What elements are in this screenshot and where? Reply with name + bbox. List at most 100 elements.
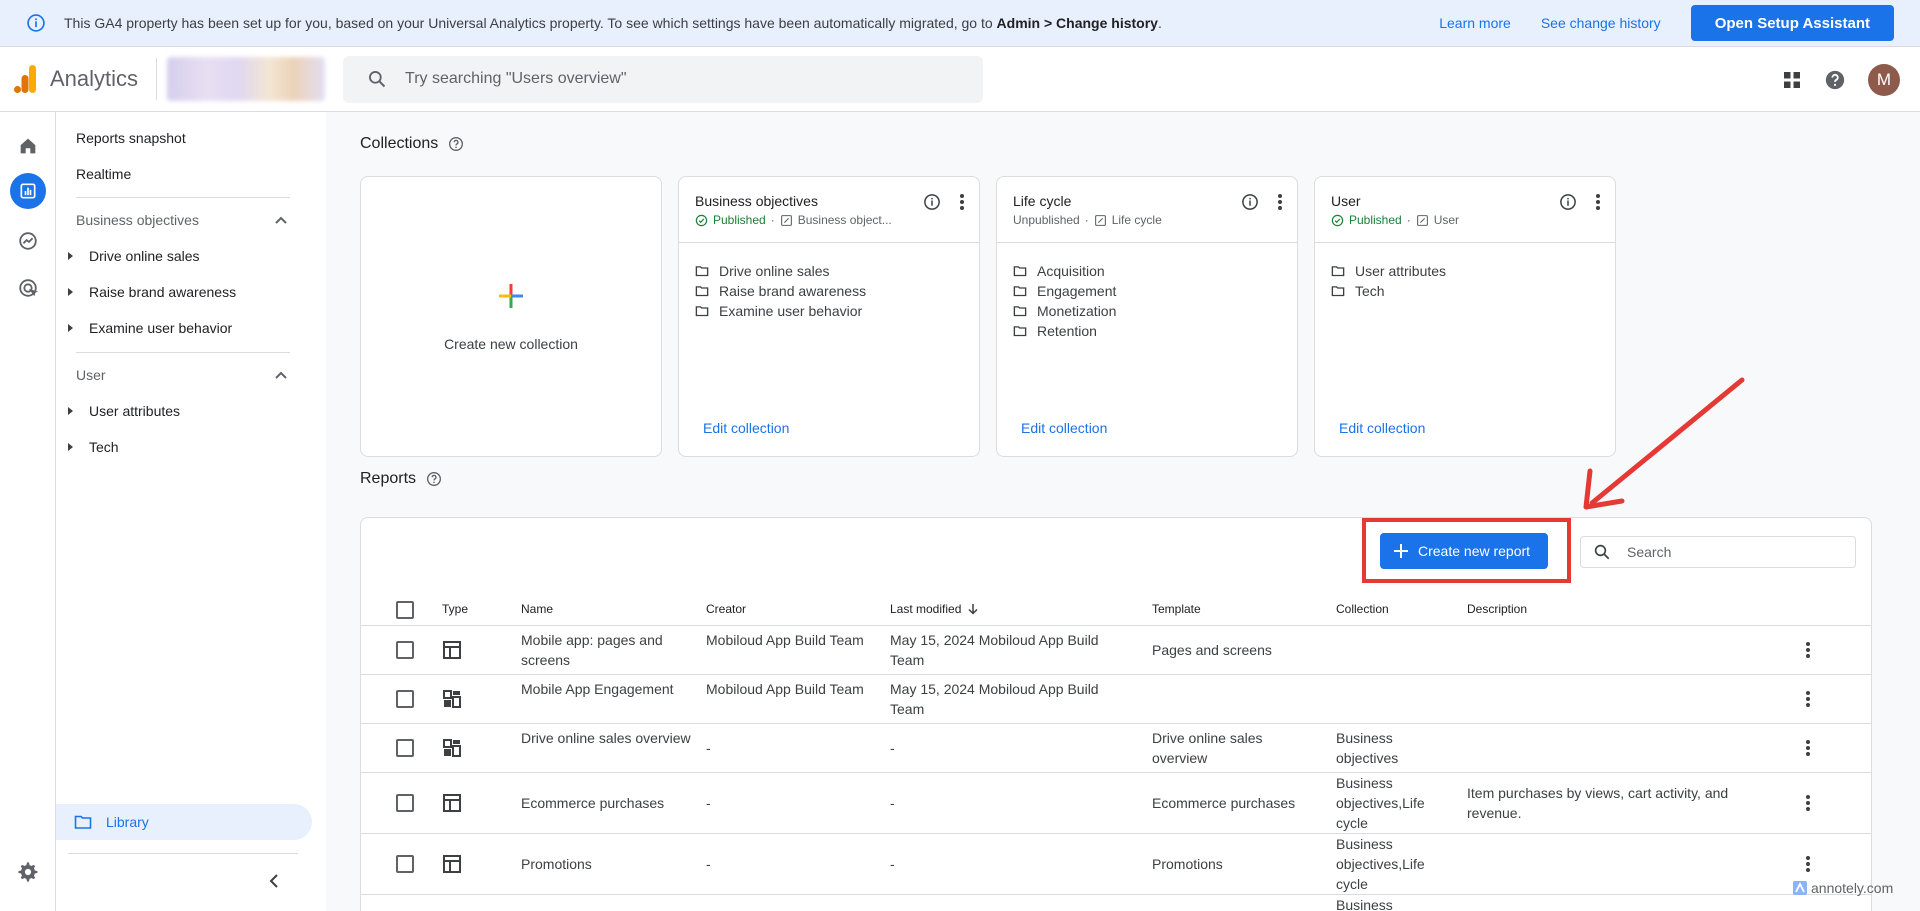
report-creator: Mobiloud App Build Team xyxy=(706,632,864,648)
more-vert-icon[interactable] xyxy=(1805,641,1811,659)
report-name[interactable]: Mobile App Engagement xyxy=(521,679,691,699)
table-row[interactable]: Drive online sales overview - - Drive on… xyxy=(361,724,1871,773)
report-description: Item purchases by views, cart activity, … xyxy=(1467,785,1729,821)
column-header-last-modified[interactable]: Last modified xyxy=(890,602,979,616)
check-circle-icon xyxy=(695,214,708,227)
collection-item[interactable]: Engagement xyxy=(1013,281,1281,301)
collection-item[interactable]: Examine user behavior xyxy=(695,301,963,321)
collapse-chevron-left-icon[interactable] xyxy=(268,873,280,889)
report-last-modified: - xyxy=(890,795,895,811)
more-vert-icon[interactable] xyxy=(1805,739,1811,757)
report-collection: Business objectives,Life cycle xyxy=(1336,836,1425,892)
more-vert-icon[interactable] xyxy=(1595,193,1601,211)
nav-item-tech[interactable]: Tech xyxy=(66,439,119,455)
nav-item-user-attributes[interactable]: User attributes xyxy=(66,403,180,419)
collection-item[interactable]: Monetization xyxy=(1013,301,1281,321)
collection-item[interactable]: Retention xyxy=(1013,321,1281,341)
caret-right-icon xyxy=(68,324,73,332)
row-checkbox[interactable] xyxy=(396,690,414,708)
column-header-template[interactable]: Template xyxy=(1152,602,1201,616)
nav-item-library[interactable]: Library xyxy=(56,804,312,840)
help-outline-icon[interactable] xyxy=(448,136,464,152)
more-vert-icon[interactable] xyxy=(1805,855,1811,873)
collection-item[interactable]: Drive online sales xyxy=(695,261,963,281)
row-checkbox[interactable] xyxy=(396,641,414,659)
nav-item-drive-online-sales[interactable]: Drive online sales xyxy=(66,248,200,264)
report-last-modified: - xyxy=(890,740,895,756)
more-vert-icon[interactable] xyxy=(1805,794,1811,812)
select-all-checkbox[interactable] xyxy=(396,601,414,619)
help-icon[interactable] xyxy=(1824,69,1846,91)
see-change-history-link[interactable]: See change history xyxy=(1541,15,1661,31)
folder-icon xyxy=(695,265,709,277)
edit-collection-link[interactable]: Edit collection xyxy=(1021,420,1107,436)
chevron-up-icon[interactable] xyxy=(274,370,288,380)
account-selector[interactable] xyxy=(167,57,326,101)
collection-item[interactable]: User attributes xyxy=(1331,261,1599,281)
advertising-icon[interactable] xyxy=(10,270,46,306)
nav-reports-snapshot[interactable]: Reports snapshot xyxy=(76,130,186,146)
more-vert-icon[interactable] xyxy=(1277,193,1283,211)
analytics-logo-icon[interactable] xyxy=(14,65,36,93)
divider xyxy=(156,58,158,100)
edit-collection-link[interactable]: Edit collection xyxy=(1339,420,1425,436)
report-name[interactable]: Mobile app: pages and screens xyxy=(521,630,691,670)
table-row[interactable]: Promotions - - Promotions Business objec… xyxy=(361,834,1871,895)
reports-icon[interactable] xyxy=(10,173,46,209)
column-header-type[interactable]: Type xyxy=(442,602,468,616)
reports-search-field[interactable] xyxy=(1580,536,1856,568)
home-icon[interactable] xyxy=(10,128,46,164)
collection-card-life-cycle[interactable]: Life cycle Unpublished · Life cycle Acqu… xyxy=(996,176,1298,457)
nav-section-business-objectives[interactable]: Business objectives xyxy=(76,212,288,228)
info-outline-icon[interactable] xyxy=(1559,193,1577,211)
caret-right-icon xyxy=(68,407,73,415)
nav-item-raise-brand-awareness[interactable]: Raise brand awareness xyxy=(66,284,236,300)
table-row[interactable]: Business xyxy=(361,895,1871,911)
global-search-input[interactable] xyxy=(405,70,926,88)
banner-message: This GA4 property has been set up for yo… xyxy=(64,15,1162,31)
table-row[interactable]: Mobile App Engagement Mobiloud App Build… xyxy=(361,675,1871,724)
info-outline-icon[interactable] xyxy=(923,193,941,211)
reports-search-input[interactable] xyxy=(1627,544,1827,560)
global-search-bar[interactable] xyxy=(343,55,984,103)
collection-card-business-objectives[interactable]: Business objectives Published · Business… xyxy=(678,176,980,457)
chevron-up-icon[interactable] xyxy=(274,215,288,225)
open-setup-assistant-button[interactable]: Open Setup Assistant xyxy=(1690,5,1894,41)
nav-divider xyxy=(76,197,290,198)
collection-item[interactable]: Acquisition xyxy=(1013,261,1281,281)
nav-section-user[interactable]: User xyxy=(76,367,288,383)
row-checkbox[interactable] xyxy=(396,794,414,812)
learn-more-link[interactable]: Learn more xyxy=(1439,15,1511,31)
column-header-creator[interactable]: Creator xyxy=(706,602,746,616)
column-header-description[interactable]: Description xyxy=(1467,602,1527,616)
edit-collection-link[interactable]: Edit collection xyxy=(703,420,789,436)
avatar[interactable]: M xyxy=(1868,63,1900,96)
row-checkbox[interactable] xyxy=(396,855,414,873)
report-name[interactable]: Ecommerce purchases xyxy=(521,793,691,813)
table-row[interactable]: Mobile app: pages and screens Mobiloud A… xyxy=(361,626,1871,675)
nav-realtime[interactable]: Realtime xyxy=(76,166,131,182)
info-outline-icon[interactable] xyxy=(1241,193,1259,211)
report-name[interactable]: Promotions xyxy=(521,854,691,874)
create-new-collection-card[interactable]: Create new collection xyxy=(360,176,662,457)
more-vert-icon[interactable] xyxy=(959,193,965,211)
report-name[interactable]: Drive online sales overview xyxy=(521,728,691,748)
template-link-icon xyxy=(780,214,793,227)
collection-item[interactable]: Raise brand awareness xyxy=(695,281,963,301)
column-header-collection[interactable]: Collection xyxy=(1336,602,1389,616)
explore-icon[interactable] xyxy=(10,223,46,259)
more-vert-icon[interactable] xyxy=(1805,690,1811,708)
table-row[interactable]: Ecommerce purchases - - Ecommerce purcha… xyxy=(361,773,1871,834)
report-last-modified: May 15, 2024 Mobiloud App Build Team xyxy=(890,632,1099,668)
help-outline-icon[interactable] xyxy=(426,471,442,487)
report-collection: Business objectives xyxy=(1336,730,1399,766)
nav-item-examine-user-behavior[interactable]: Examine user behavior xyxy=(66,320,232,336)
column-header-name[interactable]: Name xyxy=(521,602,553,616)
row-checkbox[interactable] xyxy=(396,739,414,757)
folder-icon xyxy=(695,285,709,297)
apps-grid-icon[interactable] xyxy=(1782,70,1802,90)
collection-item[interactable]: Tech xyxy=(1331,281,1599,301)
admin-gear-icon[interactable] xyxy=(10,854,46,890)
reports-title: Reports xyxy=(360,470,442,488)
folder-icon xyxy=(1331,265,1345,277)
